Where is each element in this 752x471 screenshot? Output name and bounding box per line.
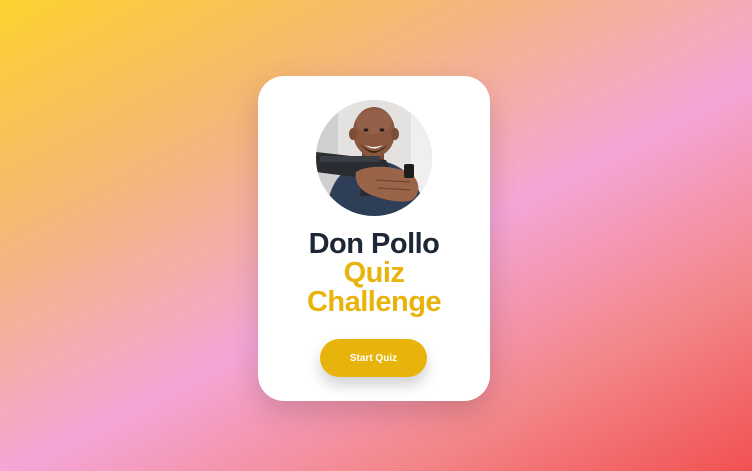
avatar-photo bbox=[316, 100, 432, 216]
title-name: Don Pollo bbox=[308, 228, 440, 260]
quiz-card: Don Pollo Quiz Challenge Start Quiz bbox=[258, 76, 490, 401]
title-quiz: Quiz bbox=[343, 257, 405, 289]
title-challenge: Challenge bbox=[306, 286, 442, 318]
quiz-title: Don Pollo Quiz Challenge bbox=[258, 230, 490, 317]
avatar bbox=[316, 100, 432, 216]
start-quiz-button[interactable]: Start Quiz bbox=[320, 339, 427, 377]
